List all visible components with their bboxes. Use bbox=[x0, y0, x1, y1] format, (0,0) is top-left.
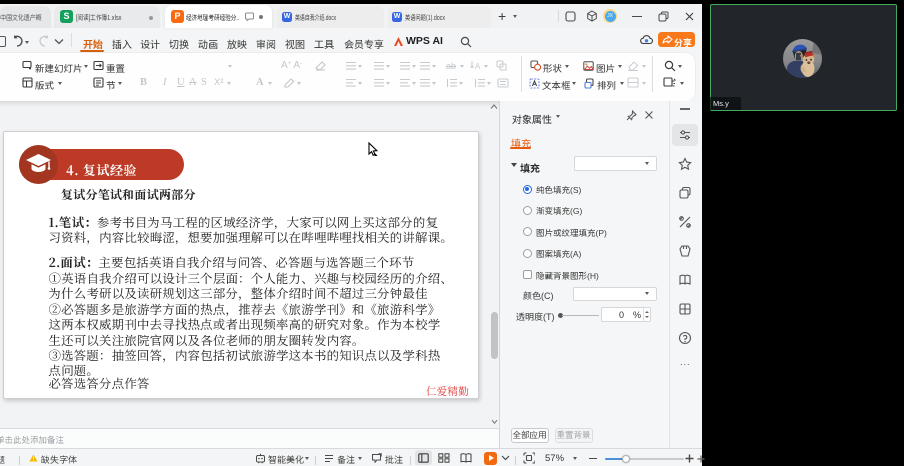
svg-text:A: A bbox=[475, 62, 481, 71]
